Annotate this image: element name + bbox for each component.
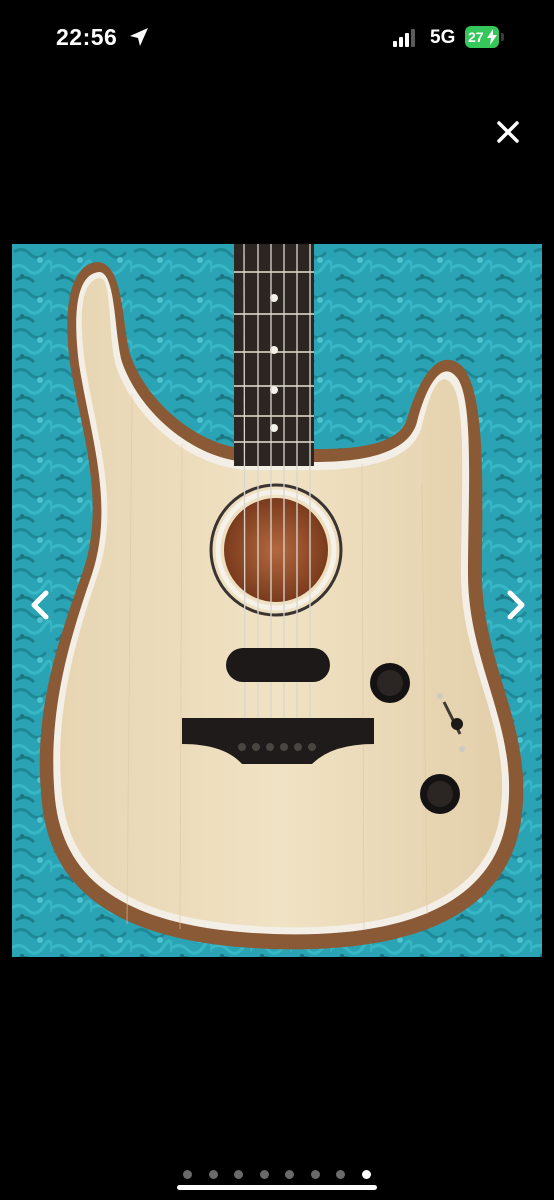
chevron-right-icon[interactable] — [502, 585, 530, 625]
page-dot[interactable] — [234, 1170, 244, 1179]
page-dot[interactable] — [208, 1170, 218, 1179]
status-time: 22:56 — [56, 24, 118, 50]
cellular-signal-icon — [393, 29, 415, 47]
location-arrow-icon — [130, 28, 148, 46]
home-indicator[interactable] — [177, 1185, 377, 1190]
status-bar: 22:56 5G 27 — [0, 0, 554, 76]
page-dot-active[interactable] — [361, 1170, 371, 1179]
network-type: 5G — [430, 27, 456, 48]
close-icon[interactable] — [494, 118, 522, 146]
page-dot[interactable] — [285, 1170, 295, 1179]
page-dot[interactable] — [336, 1170, 346, 1179]
page-dot[interactable] — [183, 1170, 193, 1179]
gallery-image — [12, 244, 542, 957]
page-dot[interactable] — [259, 1170, 269, 1179]
guitar-photo — [12, 244, 542, 957]
battery-indicator: 27 — [465, 26, 505, 48]
charging-bolt-icon — [487, 29, 497, 45]
gallery-pagination — [0, 1166, 554, 1180]
page-dot[interactable] — [310, 1170, 320, 1179]
chevron-left-icon[interactable] — [26, 585, 54, 625]
battery-cap — [501, 33, 504, 41]
